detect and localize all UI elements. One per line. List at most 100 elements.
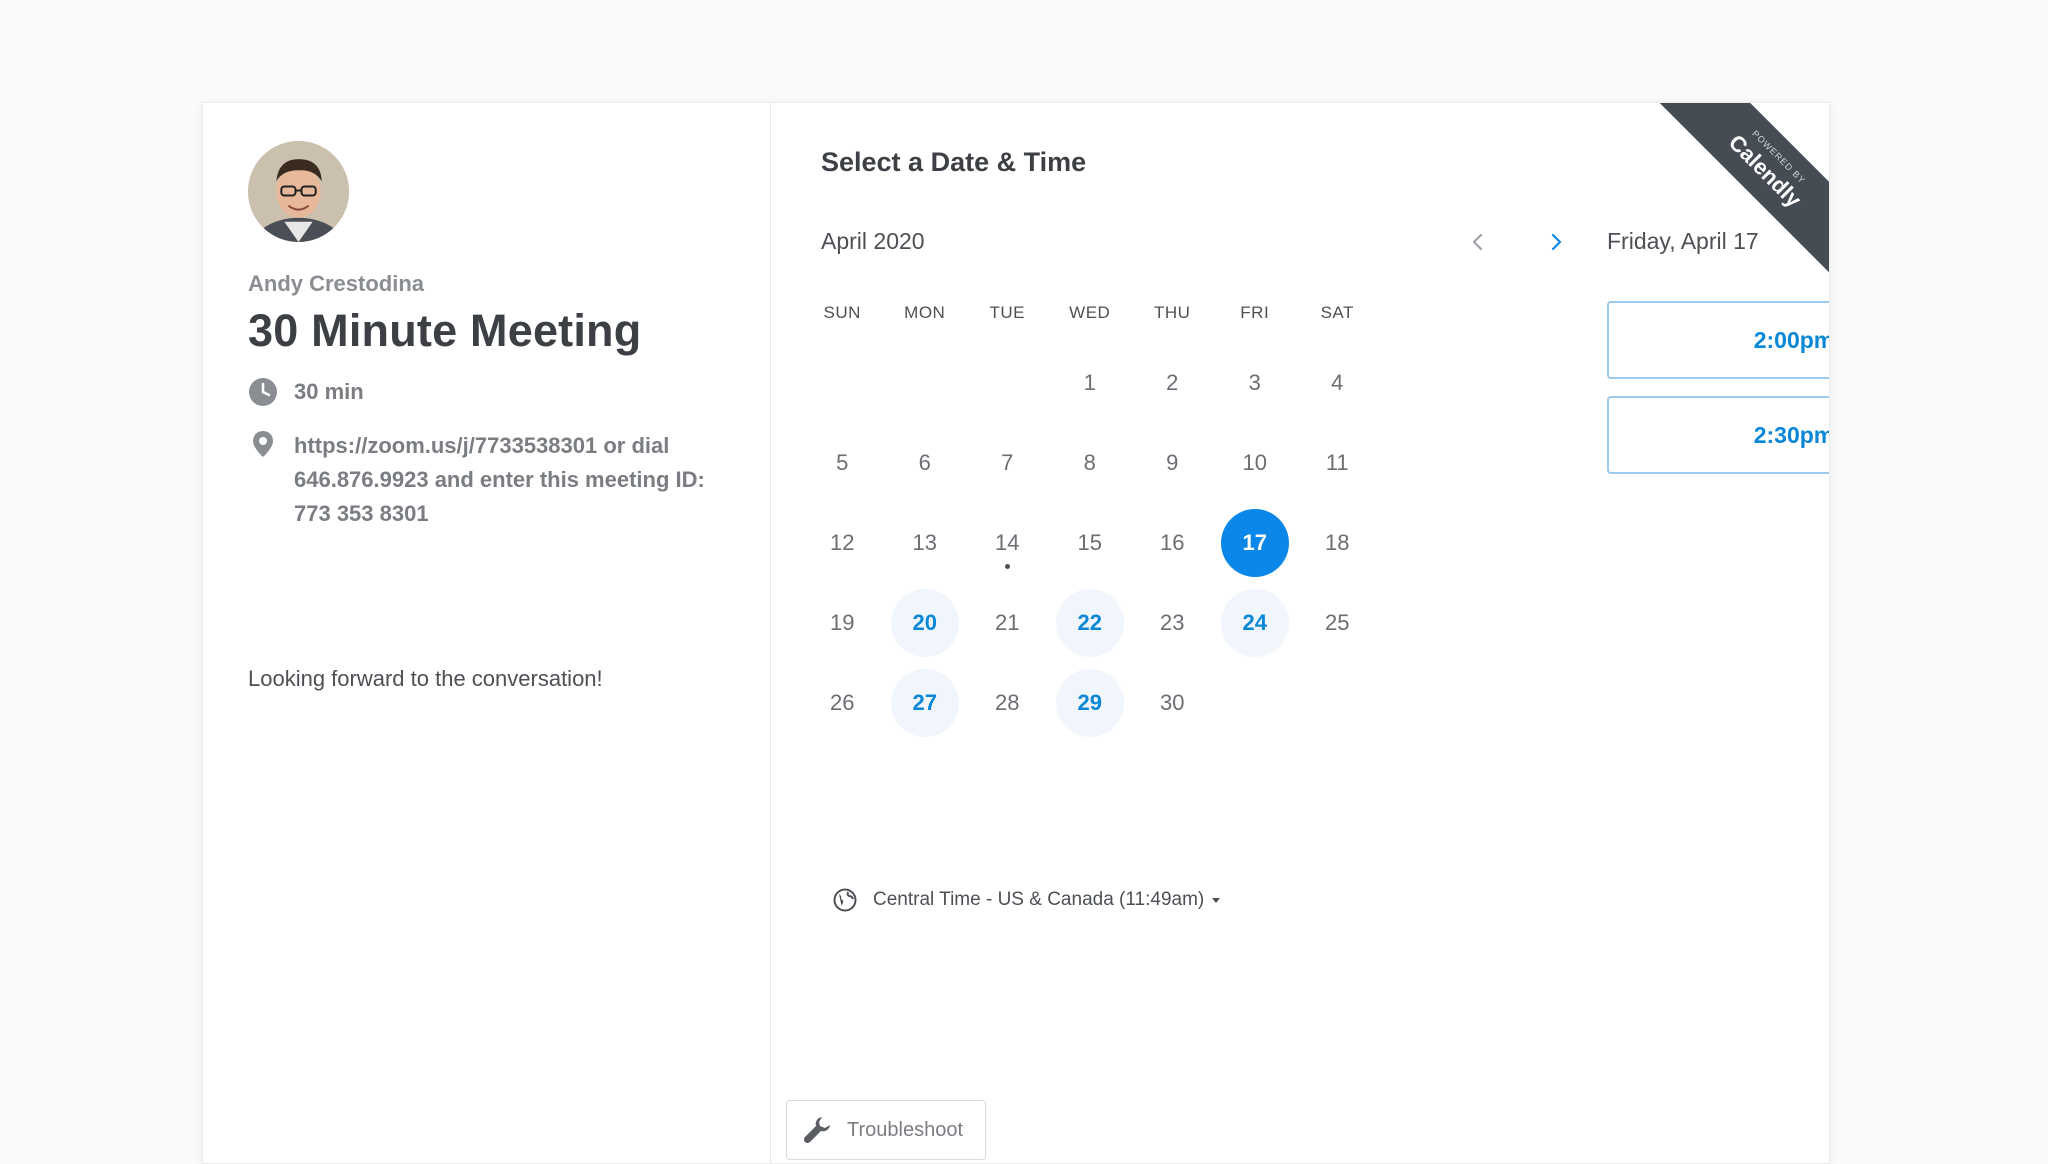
calendar-day: 2 [1166, 370, 1179, 395]
calendar-cell: 22 [1049, 583, 1132, 663]
calendar-day: 3 [1248, 370, 1261, 395]
calendar-day: 7 [1001, 450, 1014, 475]
location-text[interactable]: https://zoom.us/j/7733538301 or dial 646… [294, 429, 714, 531]
booking-card: Andy Crestodina 30 Minute Meeting 30 min… [202, 102, 1830, 1164]
calendar-cell: 27 [884, 663, 967, 743]
weekday-header: SUN MON TUE WED THU FRI SAT [801, 303, 1379, 323]
host-name: Andy Crestodina [248, 271, 425, 296]
calendar-cell: 9 [1131, 423, 1214, 503]
calendar-blank-cell [884, 343, 967, 423]
calendar-day: 5 [836, 450, 849, 475]
calendar-cell: 19 [801, 583, 884, 663]
badge-ribbon: POWERED BY Calendly [1659, 103, 1829, 273]
calendar-cell: 30 [1131, 663, 1214, 743]
calendar-cell: 28 [966, 663, 1049, 743]
calendar-cell: 20 [884, 583, 967, 663]
calendar-day-selected[interactable]: 17 [1220, 509, 1289, 577]
calendar-cell: 12 [801, 503, 884, 583]
calendar-cell: 13 [884, 503, 967, 583]
duration-text: 30 min [294, 379, 364, 404]
troubleshoot-label: Troubleshoot [847, 1118, 963, 1141]
weekday-thu: THU [1154, 303, 1191, 322]
calendar-day: 28 [995, 690, 1020, 715]
calendar-day: 23 [1160, 610, 1185, 635]
time-slot-button[interactable]: 2:30pm [1607, 396, 1829, 474]
calendar-cell: 3 [1214, 343, 1297, 423]
calendar-day[interactable]: 24 [1220, 589, 1289, 657]
calendar-cell: 17 [1214, 503, 1297, 583]
today-indicator-dot [1004, 564, 1010, 569]
calendar-day: 6 [918, 450, 931, 475]
section-title: Select a Date & Time [821, 147, 1087, 177]
calendar-day[interactable]: 29 [1055, 669, 1124, 737]
chevron-left-icon [1472, 233, 1483, 251]
calendar-day: 11 [1325, 450, 1349, 475]
weekday-tue: TUE [989, 303, 1025, 322]
calendar-cell: 10 [1214, 423, 1297, 503]
calendar-day: 19 [830, 610, 855, 635]
calendar-day: 18 [1325, 530, 1350, 555]
globe-icon [833, 888, 857, 912]
time-slot-button[interactable]: 2:00pm [1607, 301, 1829, 379]
calendar-cell: 11 [1296, 423, 1379, 503]
weekday-mon: MON [904, 303, 946, 322]
calendar-day: 21 [995, 610, 1020, 635]
calendar-cell: 24 [1214, 583, 1297, 663]
calendar-day: 1 [1083, 370, 1096, 395]
calendar-cell: 21 [966, 583, 1049, 663]
calendar-cell: 2 [1131, 343, 1214, 423]
calendar-cell: 5 [801, 423, 884, 503]
weekday-fri: FRI [1240, 303, 1270, 322]
avatar [248, 141, 349, 242]
calendar-cell: 29 [1049, 663, 1132, 743]
calendar-day: 10 [1242, 450, 1267, 475]
calendar-day: 16 [1160, 530, 1185, 555]
calendar-day: 13 [912, 530, 937, 555]
clock-icon [248, 377, 278, 407]
next-month-button[interactable] [1539, 225, 1573, 259]
calendar-cell: 14 [966, 503, 1049, 583]
chevron-right-icon [1551, 233, 1562, 251]
weekday-wed: WED [1069, 303, 1111, 322]
calendar-day: 9 [1166, 450, 1179, 475]
weekday-sun: SUN [823, 303, 861, 322]
location-row: https://zoom.us/j/7733538301 or dial 646… [248, 429, 714, 531]
calendar-cell: 26 [801, 663, 884, 743]
calendar-day: 4 [1331, 370, 1344, 395]
calendar-day: 12 [830, 530, 855, 555]
calendar-blank-cell [801, 343, 884, 423]
calendar-day: 26 [830, 690, 855, 715]
weekday-sat: SAT [1320, 303, 1354, 322]
month-label: April 2020 [821, 228, 925, 254]
calendar-day[interactable]: 20 [890, 589, 959, 657]
calendar-days-grid: 1 2 3 4 5 6 7 8 9 10 11 12 13 14 15 16 17 18 19 20 21 22 23 24 2… [801, 343, 1379, 743]
duration-row: 30 min [248, 377, 364, 407]
event-description: Looking forward to the conversation! [248, 666, 603, 691]
troubleshoot-button[interactable]: Troubleshoot [786, 1100, 986, 1160]
timezone-text: Central Time - US & Canada (11:49am) [873, 889, 1205, 910]
calendar-cell: 23 [1131, 583, 1214, 663]
calendar-day: 30 [1160, 690, 1185, 715]
avatar-image [248, 141, 349, 242]
calendar-day: 25 [1325, 610, 1350, 635]
timezone-selector[interactable]: Central Time - US & Canada (11:49am) [833, 888, 1222, 912]
caret-down-icon [1212, 898, 1221, 903]
calendar-day: 14 [973, 509, 1041, 577]
calendar-blank-cell [966, 343, 1049, 423]
calendar-cell: 6 [884, 423, 967, 503]
powered-by-badge[interactable]: POWERED BY Calendly [1659, 103, 1829, 273]
calendar-cell: 8 [1049, 423, 1132, 503]
location-pin-icon [248, 429, 278, 459]
calendar-cell: 25 [1296, 583, 1379, 663]
calendar-cell: 7 [966, 423, 1049, 503]
calendar-day[interactable]: 27 [890, 669, 959, 737]
event-title: 30 Minute Meeting [248, 305, 642, 356]
calendar-day[interactable]: 22 [1055, 589, 1124, 657]
calendar-cell: 4 [1296, 343, 1379, 423]
calendar-cell: 1 [1049, 343, 1132, 423]
wrench-icon [801, 1114, 833, 1146]
event-details-panel: Andy Crestodina 30 Minute Meeting 30 min… [203, 103, 771, 1163]
calendar-cell: 15 [1049, 503, 1132, 583]
prev-month-button[interactable] [1461, 225, 1495, 259]
calendar-day: 15 [1077, 530, 1102, 555]
